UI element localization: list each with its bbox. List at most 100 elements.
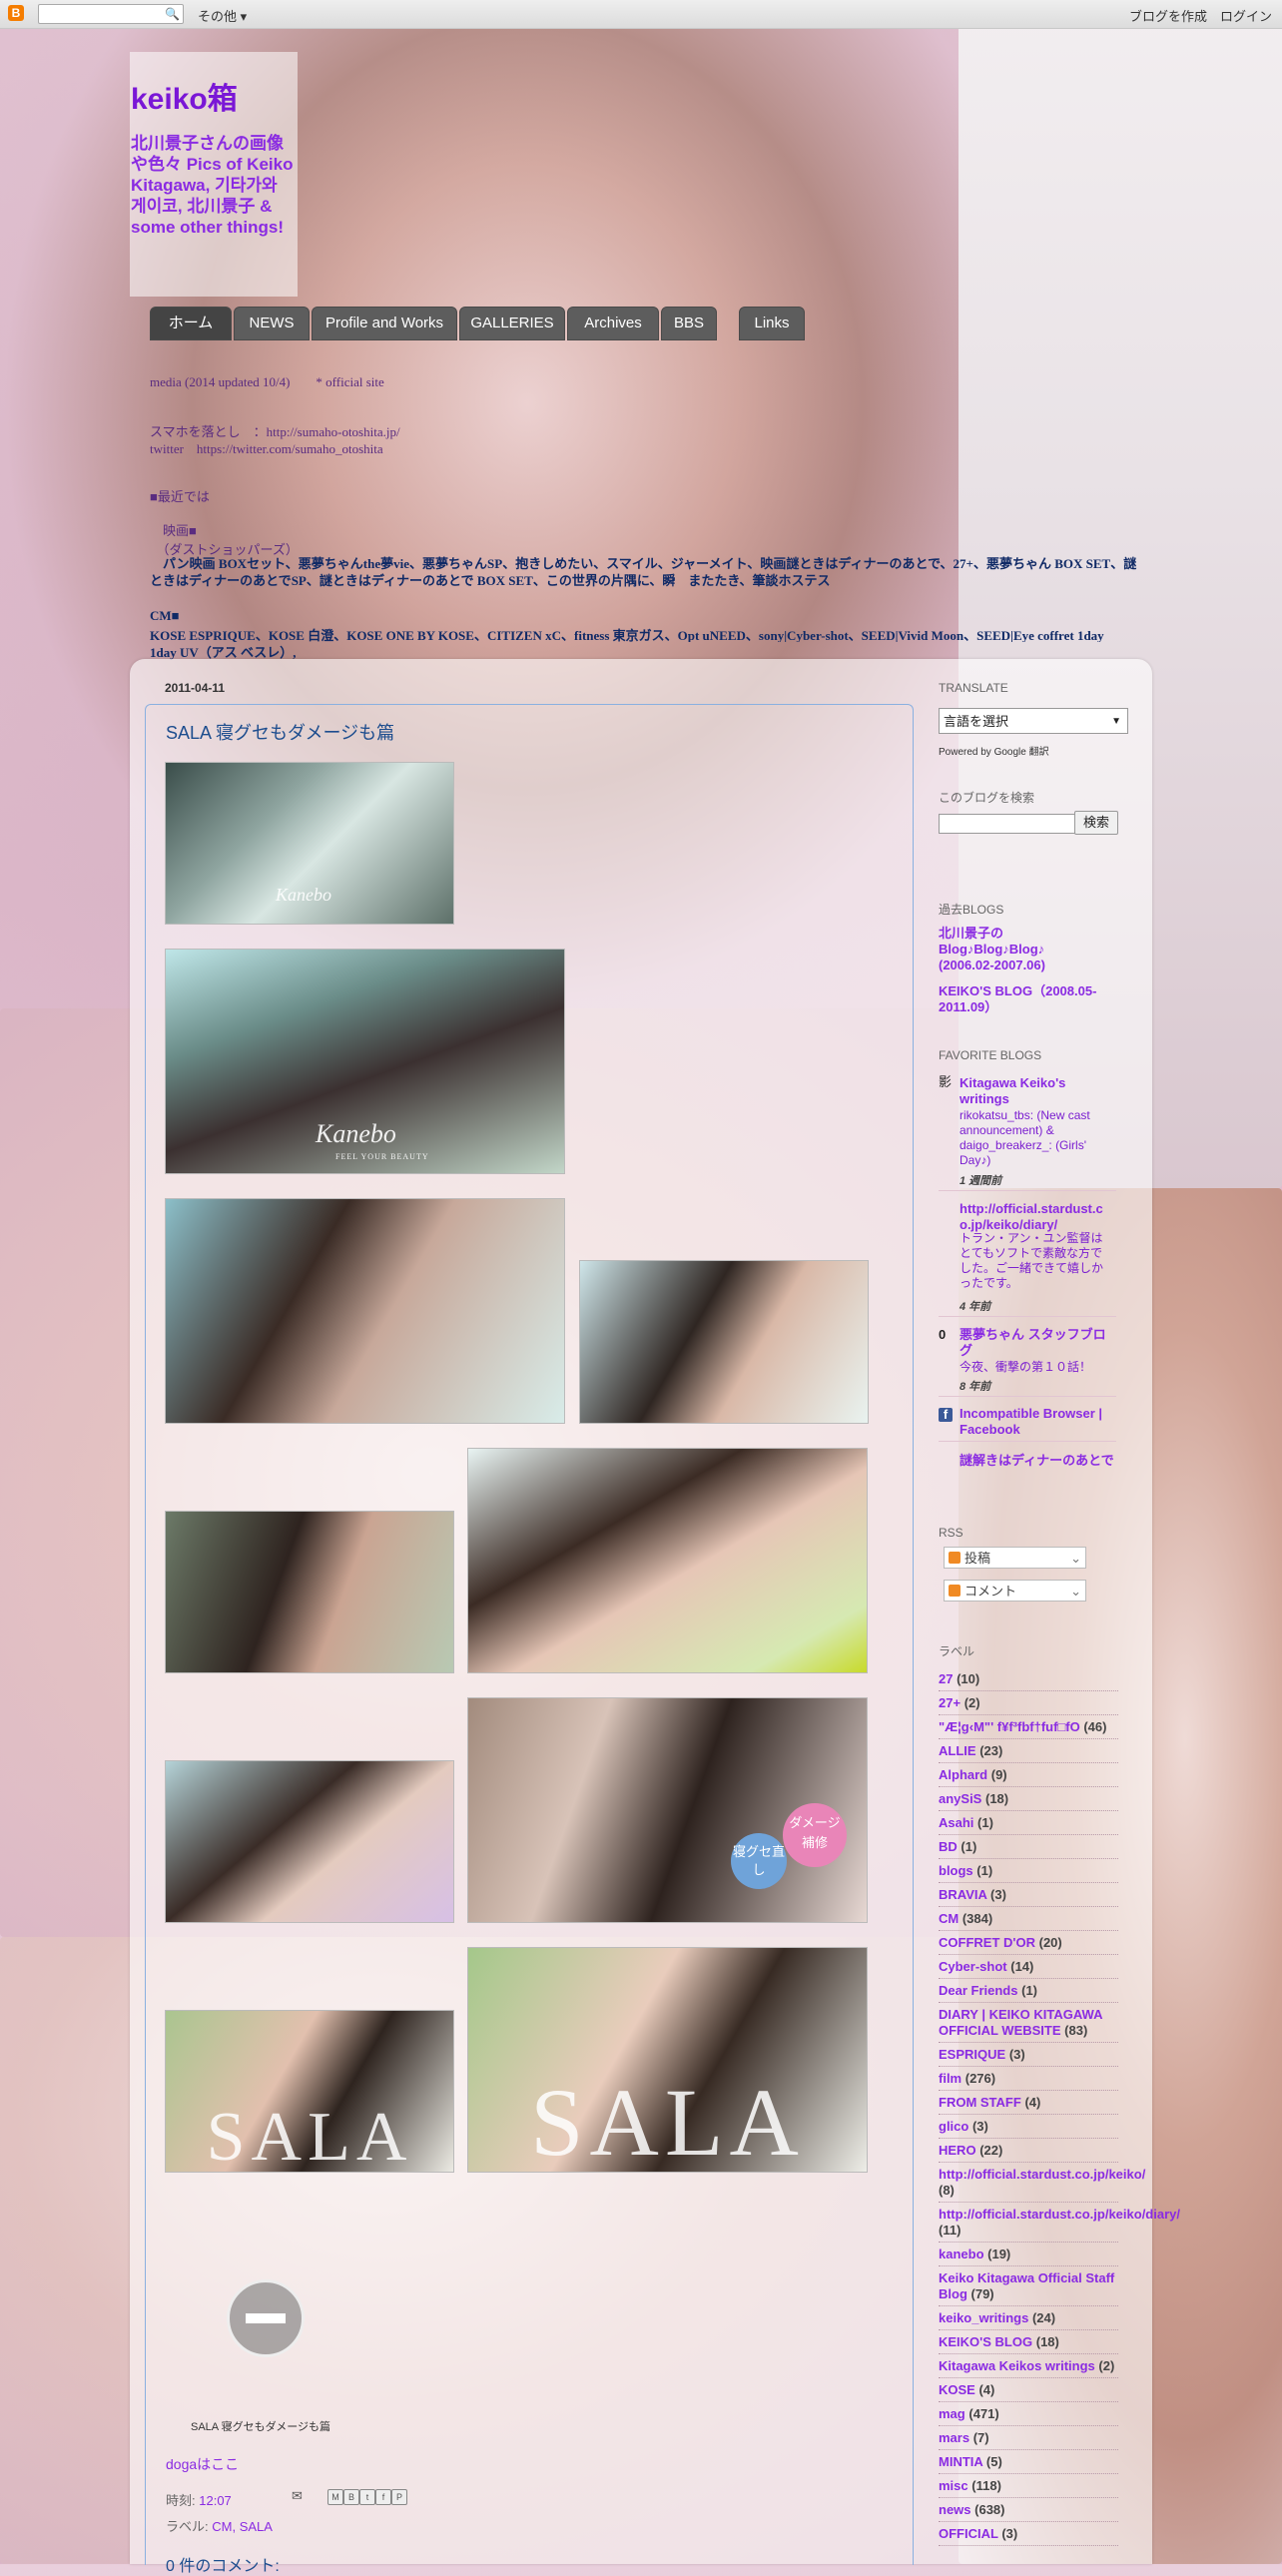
label-link[interactable]: keiko_writings <box>939 2310 1028 2325</box>
post-title[interactable]: SALA 寝グセもダメージも篇 <box>166 719 394 745</box>
doga-link[interactable]: dogaはここ <box>166 2454 239 2474</box>
label-link[interactable]: Dear Friends <box>939 1983 1017 1998</box>
post-image[interactable] <box>579 1260 869 1424</box>
label-link[interactable]: KEIKO'S BLOG <box>939 2334 1032 2349</box>
video-blocked-icon[interactable] <box>227 2279 305 2357</box>
post-labels-links[interactable]: CM, SALA <box>212 2519 273 2534</box>
label-item[interactable]: OFFICIAL (3) <box>939 2522 1118 2546</box>
blogthis-icon[interactable]: B <box>343 2489 359 2505</box>
label-item[interactable]: 27+ (2) <box>939 1691 1118 1715</box>
tab-bbs[interactable]: BBS <box>661 307 717 340</box>
label-item[interactable]: KOSE (4) <box>939 2378 1118 2402</box>
label-item[interactable]: Kitagawa Keikos writings (2) <box>939 2354 1118 2378</box>
powered-by-google[interactable]: Powered by Google 翻訳 <box>939 743 1049 758</box>
post-image[interactable]: Kanebo FEEL YOUR BEAUTY <box>165 949 565 1174</box>
label-item[interactable]: Asahi (1) <box>939 1811 1118 1835</box>
label-item[interactable]: film (276) <box>939 2067 1118 2091</box>
post-image[interactable] <box>165 1760 454 1923</box>
label-item[interactable]: mars (7) <box>939 2426 1118 2450</box>
label-item[interactable]: HERO (22) <box>939 2139 1118 2163</box>
label-item[interactable]: 27 (10) <box>939 1667 1118 1691</box>
label-link[interactable]: misc <box>939 2478 968 2493</box>
label-item[interactable]: blogs (1) <box>939 1859 1118 1883</box>
label-item[interactable]: FROM STAFF (4) <box>939 2091 1118 2115</box>
favorite-blog-title[interactable]: http://official.stardust.co.jp/keiko/dia… <box>960 1201 1114 1233</box>
label-item[interactable]: http://official.stardust.co.jp/keiko/dia… <box>939 2203 1180 2243</box>
label-item[interactable]: Dear Friends (1) <box>939 1979 1118 2003</box>
email-share-icon[interactable]: M <box>327 2489 343 2505</box>
label-item[interactable]: kanebo (19) <box>939 2243 1118 2266</box>
post-image[interactable] <box>467 1448 868 1673</box>
post-image[interactable] <box>165 1511 454 1673</box>
favorite-blog-title[interactable]: 悪夢ちゃん スタッフブログ <box>960 1327 1114 1359</box>
label-link[interactable]: mag <box>939 2406 965 2421</box>
favorite-blog-post[interactable]: 今夜、衝撃の第１０話！ <box>960 1360 1114 1375</box>
label-link[interactable]: Cyber-shot <box>939 1959 1007 1974</box>
tab-news[interactable]: NEWS <box>234 307 310 340</box>
post-image[interactable]: ダメージ補修 寝グセ直し <box>467 1697 868 1923</box>
tab-profile-and-works[interactable]: Profile and Works <box>312 307 457 340</box>
pinterest-share-icon[interactable]: P <box>391 2489 407 2505</box>
label-item[interactable]: http://official.stardust.co.jp/keiko/ (8… <box>939 2163 1145 2203</box>
post-image[interactable]: SALA <box>467 1947 868 2173</box>
label-item[interactable]: news (638) <box>939 2498 1118 2522</box>
label-item[interactable]: misc (118) <box>939 2474 1118 2498</box>
label-item[interactable]: CM (384) <box>939 1907 1118 1931</box>
tab-galleries[interactable]: GALLERIES <box>459 307 565 340</box>
favorite-blog-post[interactable]: rikokatsu_tbs: (New cast announcement) &… <box>960 1108 1114 1168</box>
label-link[interactable]: BRAVIA <box>939 1887 986 1902</box>
label-item[interactable]: keiko_writings (24) <box>939 2306 1118 2330</box>
label-link[interactable]: HERO <box>939 2143 976 2158</box>
search-button[interactable]: 検索 <box>1074 811 1118 835</box>
rss-posts-button[interactable]: 投稿 ⌄ <box>944 1547 1086 1569</box>
post-image[interactable]: Kanebo <box>165 762 454 925</box>
label-link[interactable]: FROM STAFF <box>939 2095 1021 2110</box>
label-item[interactable]: Keiko Kitagawa Official Staff Blog (79) <box>939 2266 1118 2306</box>
label-link[interactable]: 27+ <box>939 1695 961 1710</box>
label-link[interactable]: ALLIE <box>939 1743 976 1758</box>
tab-archives[interactable]: Archives <box>567 307 659 340</box>
label-link[interactable]: ESPRIQUE <box>939 2047 1005 2062</box>
blog-search-input[interactable] <box>939 814 1075 834</box>
blogger-logo-icon[interactable]: B <box>8 5 24 21</box>
favorite-blog-title[interactable]: Kitagawa Keiko's writings <box>960 1075 1114 1107</box>
label-link[interactable]: mars <box>939 2430 969 2445</box>
label-link[interactable]: http://official.stardust.co.jp/keiko/dia… <box>939 2207 1180 2222</box>
label-link[interactable]: blogs <box>939 1863 973 1878</box>
label-link[interactable]: Kitagawa Keikos writings <box>939 2358 1095 2373</box>
label-link[interactable]: CM <box>939 1911 959 1926</box>
label-link[interactable]: KOSE <box>939 2382 975 2397</box>
rss-comments-button[interactable]: コメント ⌄ <box>944 1580 1086 1602</box>
twitter-line[interactable]: twitter https://twitter.com/sumaho_otosh… <box>150 438 383 457</box>
label-link[interactable]: COFFRET D'OR <box>939 1935 1035 1950</box>
label-link[interactable]: OFFICIAL <box>939 2526 998 2541</box>
navbar-search-input[interactable]: 🔍 <box>38 4 184 24</box>
label-link[interactable]: kanebo <box>939 2247 984 2261</box>
favorite-blog-post[interactable]: トラン・アン・ユン監督はとてもソフトで素敵な方でした。ご一緒できて嬉しかったです… <box>960 1231 1114 1291</box>
label-link[interactable]: anySiS <box>939 1791 981 1806</box>
label-item[interactable]: mag (471) <box>939 2402 1118 2426</box>
past-blog-link[interactable]: 北川景子の Blog♪Blog♪Blog♪ (2006.02-2007.06) <box>939 926 1078 973</box>
label-link[interactable]: glico <box>939 2119 968 2134</box>
label-link[interactable]: Asahi <box>939 1815 973 1830</box>
label-link[interactable]: news <box>939 2502 971 2517</box>
label-item[interactable]: MINTIA (5) <box>939 2450 1118 2474</box>
label-item[interactable]: Cyber-shot (14) <box>939 1955 1118 1979</box>
blog-title[interactable]: keiko箱 <box>131 74 238 118</box>
past-blog-link[interactable]: KEIKO'S BLOG（2008.05-2011.09） <box>939 983 1118 1015</box>
favorite-blog-title[interactable]: Incompatible Browser | Facebook <box>960 1406 1114 1438</box>
search-icon[interactable]: 🔍 <box>165 7 180 21</box>
label-item[interactable]: ESPRIQUE (3) <box>939 2043 1118 2067</box>
label-item[interactable]: COFFRET D'OR (20) <box>939 1931 1118 1955</box>
label-link[interactable]: 27 <box>939 1671 953 1686</box>
label-link[interactable]: MINTIA <box>939 2454 982 2469</box>
label-item[interactable]: ALLIE (23) <box>939 1739 1118 1763</box>
label-link[interactable]: "Æ¦g‹M"' f¥f³fbf†fuf□fO <box>939 1719 1080 1734</box>
label-item[interactable]: Alphard (9) <box>939 1763 1118 1787</box>
label-link[interactable]: Keiko Kitagawa Official Staff Blog <box>939 2270 1114 2301</box>
more-menu-button[interactable]: その他 ▾ <box>198 6 247 25</box>
post-image[interactable]: SALA <box>165 2010 454 2173</box>
post-image[interactable] <box>165 1198 565 1424</box>
email-post-icon[interactable]: ✉ <box>292 2488 303 2504</box>
post-time-link[interactable]: 12:07 <box>199 2493 232 2508</box>
